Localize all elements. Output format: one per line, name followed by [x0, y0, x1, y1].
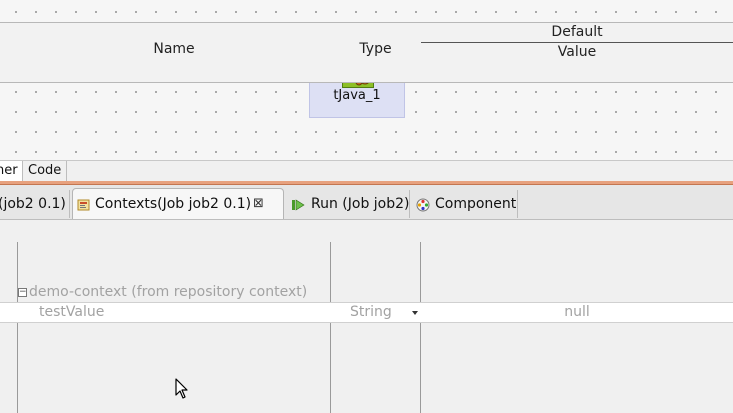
tab-job-label: (job2 0.1) [0, 196, 66, 212]
contexts-icon [77, 199, 90, 211]
editor-tab-bar: ner Code [0, 160, 733, 182]
tab-component[interactable]: Component [412, 190, 518, 218]
variable-name[interactable]: testValue [39, 304, 104, 320]
close-icon[interactable]: ⊠ [253, 189, 264, 219]
chevron-down-icon[interactable] [412, 311, 418, 315]
column-header-default: Default [551, 24, 603, 40]
variable-value[interactable]: null [421, 304, 733, 320]
view-tab-bar: (job2 0.1) Contexts(Job job2 0.1) ⊠ Run … [0, 185, 733, 220]
column-header-value[interactable]: Value [421, 44, 733, 60]
column-divider[interactable] [17, 242, 18, 413]
header-divider [421, 42, 733, 43]
collapse-icon[interactable]: − [18, 288, 27, 297]
variable-type[interactable]: String [350, 304, 392, 320]
component-icon [416, 198, 430, 212]
component-label: tJava_1 [333, 88, 381, 103]
tab-code[interactable]: Code [24, 161, 67, 181]
tab-component-label: Component [435, 196, 517, 212]
mouse-cursor [175, 378, 188, 399]
context-group-name: demo-context (from repository context) [29, 284, 308, 300]
tab-job[interactable]: (job2 0.1) [0, 190, 70, 218]
tab-run[interactable]: Run (Job job2) [288, 190, 410, 218]
table-row[interactable]: testValue String null [0, 303, 733, 323]
column-header-name[interactable]: Name [18, 41, 330, 57]
column-divider[interactable] [330, 242, 331, 413]
context-group-row[interactable]: − demo-context (from repository context) [0, 283, 733, 303]
table-header: Name Type Default Value [0, 22, 733, 83]
tab-contexts[interactable]: Contexts(Job job2 0.1) ⊠ [72, 188, 284, 219]
tab-run-label: Run (Job job2) [311, 196, 410, 212]
tab-designer[interactable]: ner [0, 161, 23, 181]
column-header-type[interactable]: Type [331, 41, 420, 57]
run-icon [292, 199, 305, 211]
column-divider[interactable] [420, 242, 421, 413]
tab-contexts-label: Contexts(Job job2 0.1) [95, 196, 252, 212]
